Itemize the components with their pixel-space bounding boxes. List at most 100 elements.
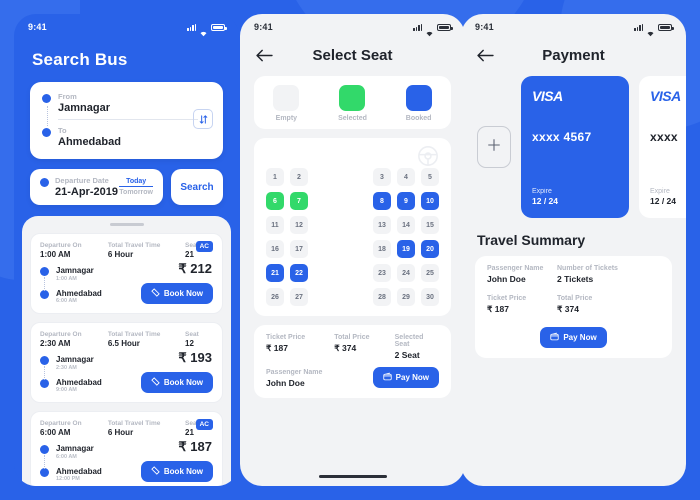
seat-9[interactable]: 9 [397, 192, 415, 210]
seat-25[interactable]: 25 [421, 264, 439, 282]
wifi-icon [646, 24, 655, 36]
seat-3[interactable]: 3 [373, 168, 391, 186]
status-time: 9:41 [28, 22, 47, 32]
card-expire-value: 12 / 24 [650, 196, 676, 206]
home-indicator [318, 475, 387, 478]
destination-city: Ahmedabad [56, 466, 102, 476]
origin-city: Jamnagar [56, 266, 94, 275]
payment-card[interactable]: VISA xxxx 4567 Expire 12 / 24 [521, 76, 629, 218]
card-expire-label: Expire [532, 188, 552, 195]
payment-cards-row: VISA xxxx 4567 Expire 12 / 24 VISA xxxx … [461, 76, 686, 218]
seat-side-left: 67 [266, 192, 308, 210]
route-card: From Jamnagar To Ahmedabad [30, 82, 223, 159]
payment-card[interactable]: VISA xxxx Expire 12 / 24 [639, 76, 686, 218]
seat-20[interactable]: 20 [421, 240, 439, 258]
seat-13[interactable]: 13 [373, 216, 391, 234]
departure-date-field[interactable]: Departure Date 21-Apr-2019 Today Tomorro… [30, 169, 163, 205]
seat-23[interactable]: 23 [373, 264, 391, 282]
total-price-cell: Total Price ₹ 374 [557, 295, 592, 315]
seat-side-right: 8 9 10 [373, 192, 439, 210]
stop-connector [44, 455, 45, 469]
seat-29[interactable]: 29 [397, 288, 415, 306]
seat-24[interactable]: 24 [397, 264, 415, 282]
seat-16[interactable]: 16 [266, 240, 284, 258]
to-field[interactable]: To Ahmedabad [42, 126, 211, 148]
passenger-name-label: Passenger Name [487, 265, 544, 272]
seat-26[interactable]: 26 [266, 288, 284, 306]
seat-11[interactable]: 11 [266, 216, 284, 234]
seat-row: 11 12 13 14 15 [266, 216, 439, 234]
signal-icon [634, 23, 643, 31]
card-number: xxxx 4567 [532, 130, 592, 144]
seat-map-card: 12 345 67 8 9 10 11 12 13 14 15 16 17 18 19 20 2… [254, 138, 451, 316]
wallet-icon [550, 332, 559, 343]
seat-7[interactable]: 7 [290, 192, 308, 210]
card-number: xxxx [650, 130, 678, 144]
tab-today[interactable]: Today [119, 178, 153, 187]
signal-icon [187, 23, 196, 31]
seat-row: 12 345 [266, 168, 439, 186]
selected-seat-label: Selected Seat [394, 334, 424, 348]
origin-stop: Jamnagar 2:30 AM [40, 355, 213, 371]
phone-screen-select-seat: 9:41 Select Seat Empty Selected Booked 1… [240, 14, 465, 486]
seat-side-right: 18 19 20 [373, 240, 439, 258]
navigation-bar: Payment [461, 40, 686, 76]
legend-item-booked: Booked [405, 85, 432, 122]
seat-18[interactable]: 18 [373, 240, 391, 258]
travel-time-label: Total Travel Time [107, 331, 161, 338]
seat-27[interactable]: 27 [290, 288, 308, 306]
legend-label-empty: Empty [275, 115, 298, 122]
travel-time-cell: Total Travel Time 6 Hour [108, 242, 175, 259]
seat-22[interactable]: 22 [290, 264, 308, 282]
phone-screen-search-bus: 9:41 Search Bus From Jamnagar To Ahmedab… [14, 14, 239, 486]
seat-28[interactable]: 28 [373, 288, 391, 306]
seat-8[interactable]: 8 [373, 192, 391, 210]
book-now-button[interactable]: Book Now [140, 283, 213, 304]
book-now-button[interactable]: Book Now [140, 372, 213, 393]
navigation-bar: Select Seat [240, 40, 465, 76]
seat-17[interactable]: 17 [290, 240, 308, 258]
total-price-label: Total Price [557, 295, 593, 302]
bus-card[interactable]: AC Departure On 1:00 AM Total Travel Tim… [30, 233, 223, 314]
ticket-price-label: Ticket Price [487, 295, 527, 302]
date-dot-icon [40, 178, 49, 187]
seat-15[interactable]: 15 [421, 216, 439, 234]
seat-19[interactable]: 19 [397, 240, 415, 258]
tickets-value: 2 Tickets [557, 274, 594, 284]
departure-label: Departure On [40, 420, 82, 427]
seat-4[interactable]: 4 [397, 168, 415, 186]
bus-card[interactable]: Departure On 2:30 AM Total Travel Time 6… [30, 322, 223, 403]
search-button[interactable]: Search [171, 169, 223, 205]
battery-icon [437, 23, 453, 31]
seat-grid: 12 345 67 8 9 10 11 12 13 14 15 16 17 18 19 20 2… [266, 168, 439, 306]
legend-item-sel: Selected [338, 85, 367, 122]
seat-1[interactable]: 1 [266, 168, 284, 186]
seat-side-right: 23 24 25 [373, 264, 439, 282]
travel-time-label: Total Travel Time [107, 242, 161, 249]
seat-10[interactable]: 10 [421, 192, 439, 210]
seat-6[interactable]: 6 [266, 192, 284, 210]
pay-now-button[interactable]: Pay Now [540, 327, 607, 348]
total-price-label: Total Price [334, 334, 370, 341]
book-now-button[interactable]: Book Now [140, 461, 213, 482]
seat-12[interactable]: 12 [290, 216, 308, 234]
seat-2[interactable]: 2 [290, 168, 308, 186]
swap-vertical-icon[interactable] [193, 109, 213, 129]
add-card-button[interactable] [477, 126, 511, 168]
bus-card[interactable]: AC Departure On 6:00 AM Total Travel Tim… [30, 411, 223, 486]
ticket-price-cell: Ticket Price ₹ 187 [266, 334, 334, 360]
seat-row: 21 22 23 24 25 [266, 264, 439, 282]
pay-now-button[interactable]: Pay Now [372, 367, 439, 388]
status-bar: 9:41 [14, 14, 239, 40]
battery-icon [658, 23, 674, 31]
status-bar: 9:41 [461, 14, 686, 40]
sheet-grabber[interactable] [109, 223, 144, 226]
from-field[interactable]: From Jamnagar [42, 92, 211, 114]
seat-row: 16 17 18 19 20 [266, 240, 439, 258]
tab-tomorrow[interactable]: Tomorrow [119, 189, 153, 196]
seat-21[interactable]: 21 [266, 264, 284, 282]
legend-item-empty: Empty [273, 85, 300, 122]
seat-side-left: 16 17 [266, 240, 308, 258]
seat-14[interactable]: 14 [397, 216, 415, 234]
seat-30[interactable]: 30 [421, 288, 439, 306]
